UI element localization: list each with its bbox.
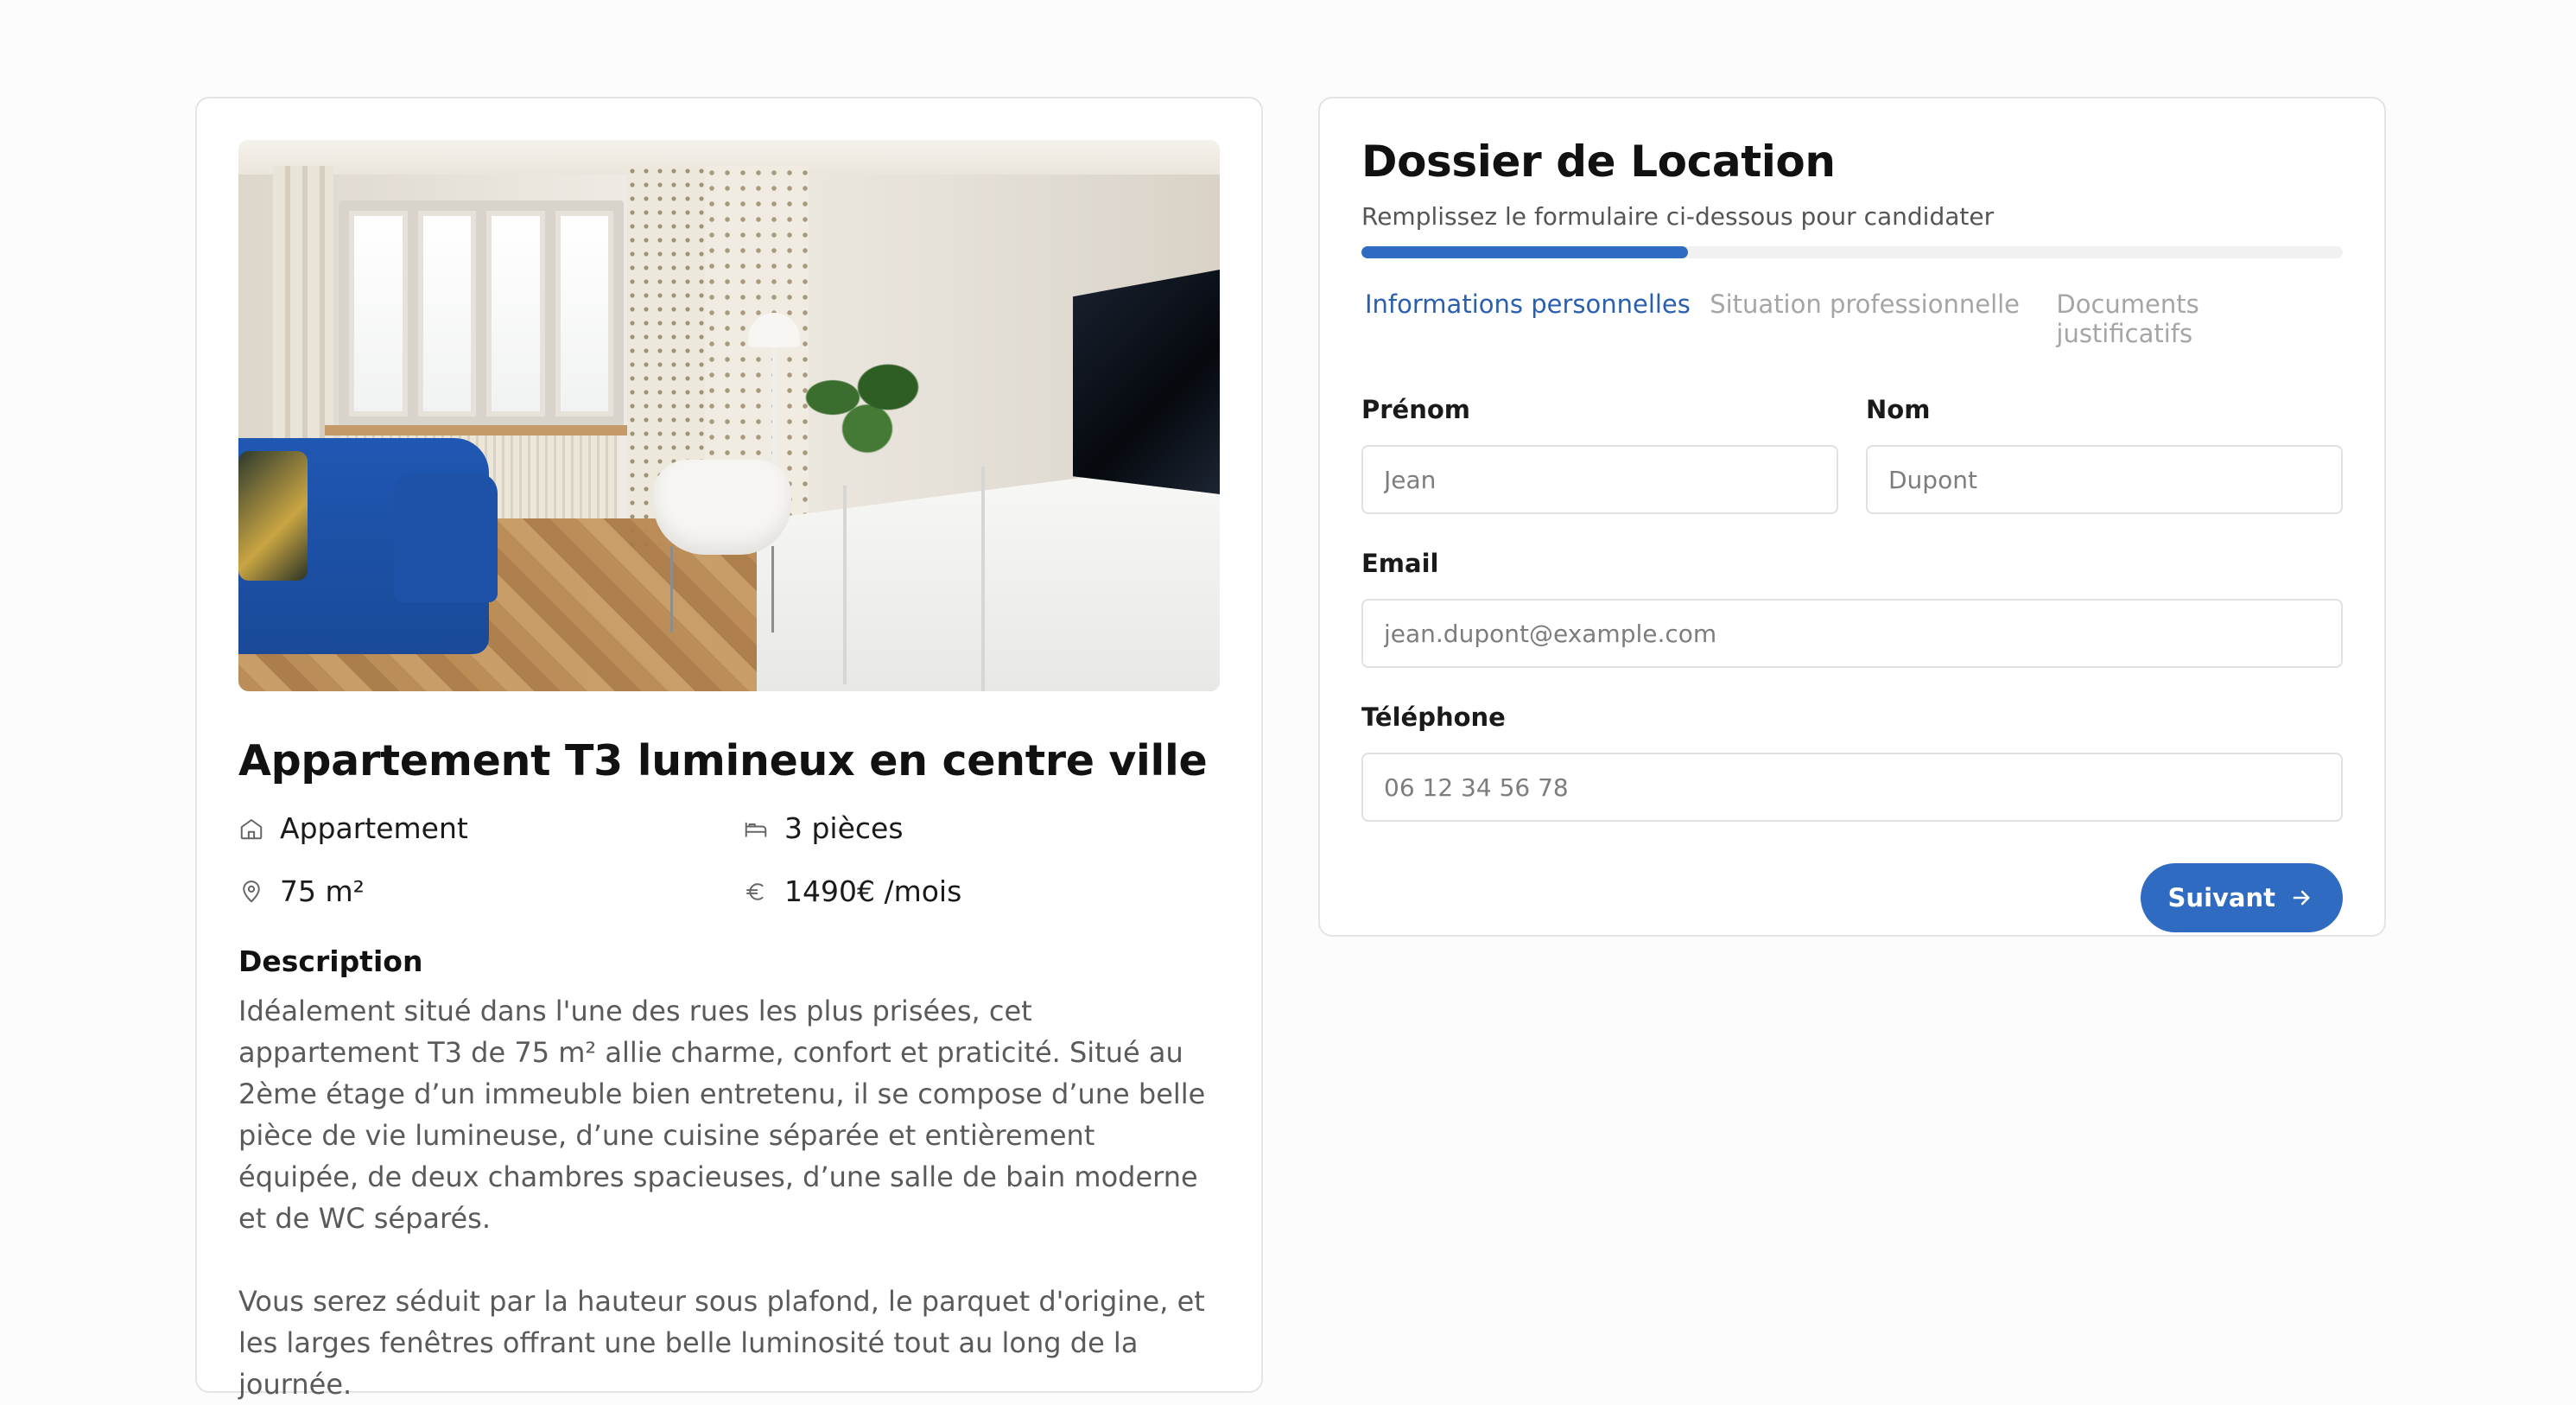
arrow-right-icon (2293, 890, 2310, 906)
feature-price: 1490€ /mois (743, 874, 1220, 908)
form-title: Dossier de Location (1361, 137, 1836, 187)
description-paragraph: Vous serez séduit par la hauteur sous pl… (238, 1285, 1205, 1401)
email-field: Email (1361, 549, 2343, 668)
listing-features: Appartement 3 pièces 75 m² 1490€ /mois (238, 811, 1220, 908)
feature-price-label: 1490€ /mois (784, 874, 962, 908)
progress-bar (1361, 246, 2343, 258)
email-input[interactable] (1361, 599, 2343, 668)
listing-photo (238, 140, 1220, 691)
first-name-field: Prénom (1361, 395, 1838, 514)
feature-rooms-label: 3 pièces (784, 811, 904, 845)
bed-icon (745, 822, 767, 837)
feature-surface: 75 m² (238, 874, 743, 908)
description-text: Idéalement situé dans l'une des rues les… (238, 990, 1220, 1405)
last-name-label: Nom (1866, 395, 1931, 424)
phone-input[interactable] (1361, 753, 2343, 822)
next-button-label: Suivant (2167, 883, 2275, 912)
form-actions: Suivant (1361, 863, 2343, 932)
email-row: Email (1361, 549, 2343, 668)
last-name-input[interactable] (1866, 445, 2343, 514)
phone-field: Téléphone (1361, 702, 2343, 822)
feature-type-label: Appartement (280, 811, 468, 845)
phone-label: Téléphone (1361, 702, 1506, 732)
listing-title: Appartement T3 lumineux en centre ville (238, 736, 1208, 785)
step-professional-situation[interactable]: Situation professionnelle (1710, 289, 2056, 348)
map-pin-icon (243, 880, 260, 902)
step-personal-info[interactable]: Informations personnelles (1365, 289, 1710, 348)
feature-type: Appartement (238, 811, 743, 845)
last-name-field: Nom (1866, 395, 2343, 514)
first-name-label: Prénom (1361, 395, 1471, 424)
home-icon (240, 818, 263, 839)
feature-rooms: 3 pièces (743, 811, 1220, 845)
feature-surface-label: 75 m² (280, 874, 365, 908)
euro-icon (746, 882, 764, 900)
step-supporting-documents[interactable]: Documents justificatifs (2056, 289, 2343, 348)
email-label: Email (1361, 549, 1439, 578)
name-row: Prénom Nom (1361, 395, 2343, 514)
phone-row: Téléphone (1361, 702, 2343, 822)
next-button[interactable]: Suivant (2140, 863, 2343, 932)
rental-application-card: Dossier de Location Remplissez le formul… (1318, 97, 2386, 937)
progress-bar-fill (1361, 246, 1689, 258)
form-steps: Informations personnelles Situation prof… (1361, 289, 2343, 348)
description-paragraph: Idéalement situé dans l'une des rues les… (238, 995, 1206, 1235)
first-name-input[interactable] (1361, 445, 1838, 514)
description-title: Description (238, 944, 423, 978)
listing-card: Appartement T3 lumineux en centre ville … (195, 97, 1263, 1401)
form-subtitle: Remplissez le formulaire ci-dessous pour… (1361, 202, 1995, 231)
